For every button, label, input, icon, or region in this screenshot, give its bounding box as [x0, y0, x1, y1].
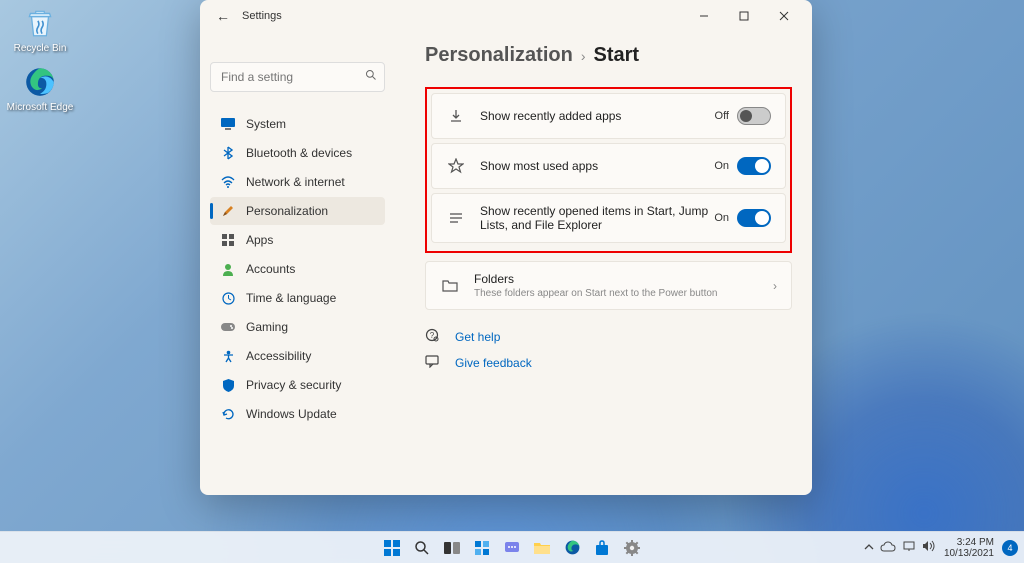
setting-row-folders[interactable]: Folders These folders appear on Start ne…: [425, 261, 792, 310]
sidebar: System Bluetooth & devices Network & int…: [200, 32, 395, 495]
sidebar-item-system[interactable]: System: [210, 110, 385, 138]
taskbar-search[interactable]: [409, 535, 435, 561]
setting-row-recently-added[interactable]: Show recently added apps Off: [431, 93, 786, 139]
sidebar-item-gaming[interactable]: Gaming: [210, 313, 385, 341]
setting-row-recently-opened[interactable]: Show recently opened items in Start, Jum…: [431, 193, 786, 243]
shield-icon: [220, 377, 236, 393]
sidebar-item-accounts[interactable]: Accounts: [210, 255, 385, 283]
setting-label: Show recently opened items in Start, Jum…: [480, 204, 714, 232]
recycle-bin-icon: [22, 5, 58, 41]
clock-globe-icon: [220, 290, 236, 306]
edge-icon: [22, 64, 58, 100]
search-icon: [365, 69, 377, 84]
person-icon: [220, 261, 236, 277]
taskbar-store[interactable]: [589, 535, 615, 561]
sidebar-item-label: Bluetooth & devices: [246, 146, 352, 160]
maximize-button[interactable]: [724, 2, 764, 30]
breadcrumb-current: Start: [593, 44, 639, 67]
sidebar-item-label: System: [246, 117, 286, 131]
taskbar-clock[interactable]: 3:24 PM 10/13/2021: [944, 537, 994, 559]
gaming-icon: [220, 319, 236, 335]
close-button[interactable]: [764, 2, 804, 30]
breadcrumb-parent[interactable]: Personalization: [425, 44, 573, 67]
main-content: Personalization › Start Show recently ad…: [395, 32, 812, 495]
setting-label: Show most used apps: [480, 159, 714, 173]
clock-time: 3:24 PM: [944, 537, 994, 548]
desktop-icon-edge[interactable]: Microsoft Edge: [5, 64, 75, 113]
toggle-most-used[interactable]: [737, 157, 771, 175]
taskbar-explorer[interactable]: [529, 535, 555, 561]
sidebar-item-accessibility[interactable]: Accessibility: [210, 342, 385, 370]
taskbar: 3:24 PM 10/13/2021 4: [0, 531, 1024, 563]
system-icon: [220, 116, 236, 132]
sidebar-item-privacy[interactable]: Privacy & security: [210, 371, 385, 399]
minimize-button[interactable]: [684, 2, 724, 30]
notification-badge[interactable]: 4: [1002, 540, 1018, 556]
taskbar-settings[interactable]: [619, 535, 645, 561]
download-icon: [446, 108, 466, 124]
taskbar-edge[interactable]: [559, 535, 585, 561]
toggle-state: Off: [715, 110, 729, 122]
sidebar-item-label: Apps: [246, 233, 273, 247]
annotation-highlight: Show recently added apps Off Show most u…: [425, 87, 792, 253]
star-icon: [446, 158, 466, 174]
wifi-icon: [220, 174, 236, 190]
tray-onedrive-icon[interactable]: [880, 541, 896, 555]
start-button[interactable]: [379, 535, 405, 561]
help-icon: ?: [425, 328, 445, 345]
sidebar-item-label: Accounts: [246, 262, 295, 276]
sidebar-item-apps[interactable]: Apps: [210, 226, 385, 254]
sidebar-item-label: Personalization: [246, 204, 328, 218]
setting-label: Folders: [474, 272, 765, 286]
list-icon: [446, 210, 466, 226]
breadcrumb: Personalization › Start: [425, 44, 792, 67]
toggle-state: On: [714, 160, 729, 172]
tray-network-icon[interactable]: [902, 540, 916, 555]
settings-window: ← Settings System Bluetooth & devices Ne…: [200, 0, 812, 495]
toggle-state: On: [714, 212, 729, 224]
titlebar: ← Settings: [200, 0, 812, 32]
apps-icon: [220, 232, 236, 248]
bluetooth-icon: [220, 145, 236, 161]
sidebar-item-label: Network & internet: [246, 175, 345, 189]
search-input[interactable]: [210, 62, 385, 92]
tray-volume-icon[interactable]: [922, 540, 936, 555]
sidebar-item-label: Accessibility: [246, 349, 311, 363]
window-title: Settings: [242, 10, 282, 22]
update-icon: [220, 406, 236, 422]
desktop-icon-label: Recycle Bin: [5, 43, 75, 54]
taskbar-taskview[interactable]: [439, 535, 465, 561]
clock-date: 10/13/2021: [944, 548, 994, 559]
setting-label: Show recently added apps: [480, 109, 715, 123]
feedback-icon: [425, 355, 445, 371]
sidebar-item-network[interactable]: Network & internet: [210, 168, 385, 196]
toggle-recently-opened[interactable]: [737, 209, 771, 227]
toggle-recently-added[interactable]: [737, 107, 771, 125]
sidebar-item-label: Windows Update: [246, 407, 337, 421]
taskbar-chat[interactable]: [499, 535, 525, 561]
desktop-icon-recycle-bin[interactable]: Recycle Bin: [5, 5, 75, 54]
give-feedback-link[interactable]: Give feedback: [425, 355, 792, 371]
setting-row-most-used[interactable]: Show most used apps On: [431, 143, 786, 189]
setting-subtitle: These folders appear on Start next to th…: [474, 288, 765, 299]
folder-icon: [440, 279, 460, 293]
taskbar-widgets[interactable]: [469, 535, 495, 561]
link-label: Give feedback: [455, 356, 532, 370]
tray-overflow[interactable]: [864, 542, 874, 554]
chevron-right-icon: ›: [581, 48, 586, 64]
desktop-icon-label: Microsoft Edge: [5, 102, 75, 113]
sidebar-item-label: Gaming: [246, 320, 288, 334]
back-button[interactable]: ←: [208, 1, 238, 31]
paintbrush-icon: [220, 203, 236, 219]
sidebar-item-personalization[interactable]: Personalization: [210, 197, 385, 225]
accessibility-icon: [220, 348, 236, 364]
sidebar-item-bluetooth[interactable]: Bluetooth & devices: [210, 139, 385, 167]
get-help-link[interactable]: ? Get help: [425, 328, 792, 345]
chevron-right-icon: ›: [773, 279, 777, 293]
sidebar-item-label: Privacy & security: [246, 378, 341, 392]
link-label: Get help: [455, 330, 500, 344]
sidebar-item-time[interactable]: Time & language: [210, 284, 385, 312]
sidebar-item-update[interactable]: Windows Update: [210, 400, 385, 428]
sidebar-item-label: Time & language: [246, 291, 336, 305]
